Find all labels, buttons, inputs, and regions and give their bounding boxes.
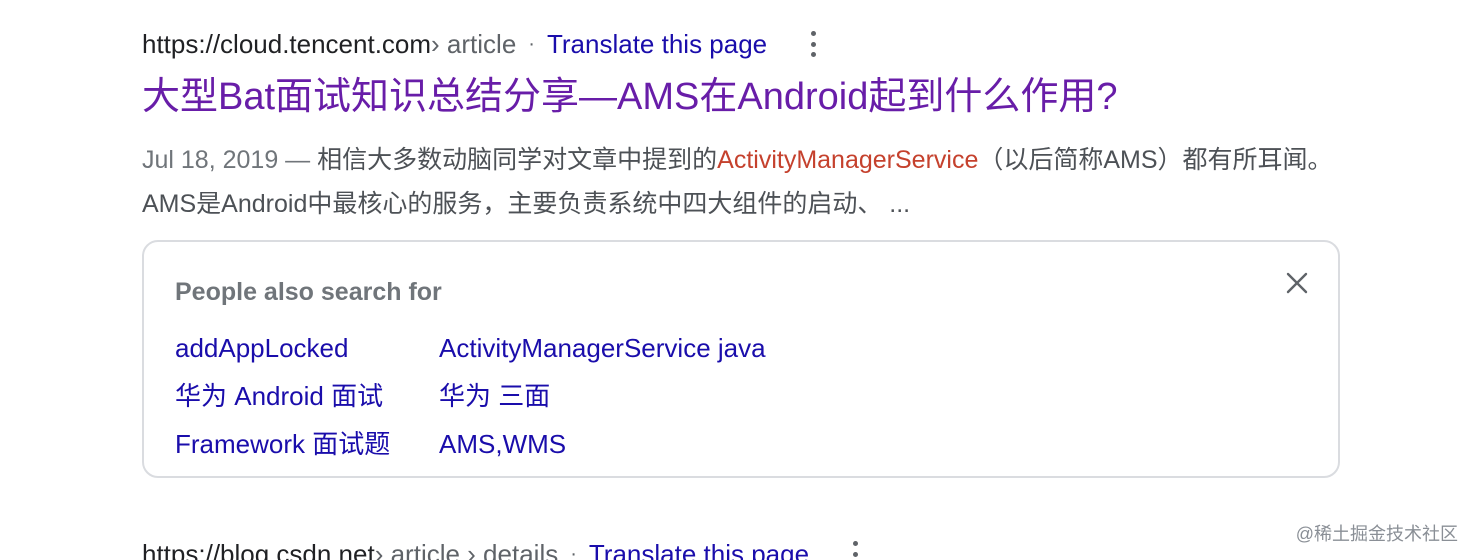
- dot: [810, 31, 816, 36]
- search-results-page: https://cloud.tencent.com › article · Tr…: [0, 0, 1472, 560]
- pasf-heading: People also search for: [175, 278, 442, 306]
- pasf-link[interactable]: 华为 三面: [439, 376, 839, 424]
- result-url-path: › article › details: [374, 538, 559, 560]
- dot: [852, 541, 858, 546]
- separator-dot: ·: [528, 32, 535, 55]
- dot: [852, 551, 858, 557]
- result-url-line: https://blog.csdn.net › article › detail…: [142, 536, 1342, 560]
- more-vert-icon[interactable]: [803, 29, 823, 59]
- snippet-highlight: ActivityManagerService: [717, 146, 979, 174]
- result-snippet: Jul 18, 2019 — 相信大多数动脑同学对文章中提到的ActivityM…: [142, 138, 1342, 226]
- result-url-path: › article: [431, 28, 517, 59]
- pasf-link[interactable]: 华为 Android 面试: [175, 376, 439, 424]
- snippet-text: 相信大多数动脑同学对文章中提到的: [317, 146, 718, 174]
- translate-page-link[interactable]: Translate this page: [589, 539, 809, 560]
- dot: [810, 41, 816, 47]
- result-title-link[interactable]: 大型Bat面试知识总结分享—AMS在Android起到什么作用?: [142, 74, 1342, 120]
- separator-dot: ·: [570, 542, 577, 560]
- search-result-1: https://cloud.tencent.com › article · Tr…: [142, 26, 1342, 226]
- pasf-link[interactable]: addAppLocked: [175, 328, 439, 376]
- result-url-line: https://cloud.tencent.com › article · Tr…: [142, 26, 1342, 62]
- dot: [810, 52, 816, 57]
- search-result-2: https://blog.csdn.net › article › detail…: [142, 536, 1342, 560]
- close-icon[interactable]: [1284, 270, 1310, 296]
- snippet-date: Jul 18, 2019 —: [142, 146, 318, 174]
- pasf-link[interactable]: Framework 面试题: [175, 424, 439, 472]
- more-vert-icon[interactable]: [845, 539, 865, 560]
- result-url-domain[interactable]: https://cloud.tencent.com: [142, 29, 431, 60]
- pasf-links-grid: addAppLocked ActivityManagerService java…: [175, 328, 839, 472]
- people-also-search-for-box: People also search for addAppLocked Acti…: [142, 240, 1340, 478]
- watermark-text: @稀土掘金技术社区: [1295, 524, 1458, 544]
- pasf-link[interactable]: ActivityManagerService java: [439, 328, 839, 376]
- result-url-domain[interactable]: https://blog.csdn.net: [142, 539, 375, 560]
- pasf-link[interactable]: AMS,WMS: [439, 424, 839, 472]
- translate-page-link[interactable]: Translate this page: [547, 29, 767, 60]
